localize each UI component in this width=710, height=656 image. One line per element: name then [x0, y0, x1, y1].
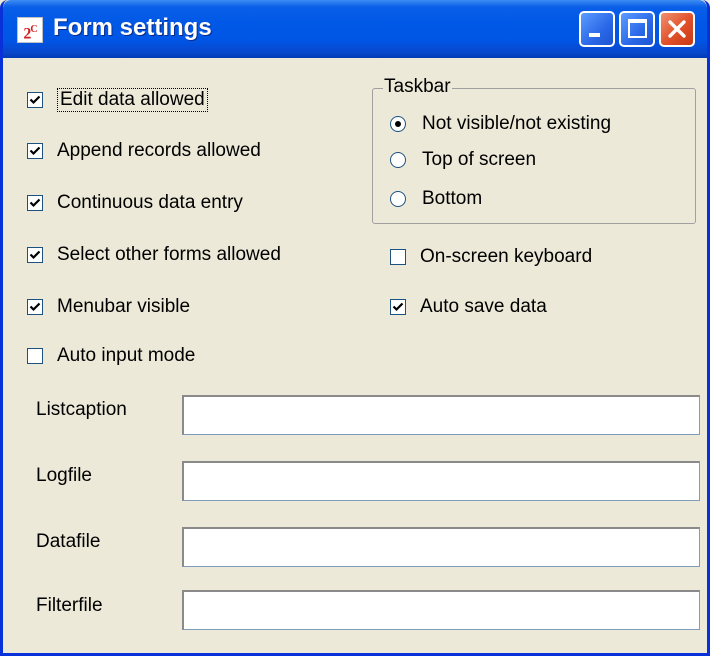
checkbox-label: On-screen keyboard [420, 246, 593, 267]
checkbox-menubar-visible[interactable]: Menubar visible [27, 296, 190, 318]
listcaption-label: Listcaption [36, 399, 127, 420]
close-button[interactable] [659, 11, 695, 47]
window-title: Form settings [53, 14, 212, 41]
checkbox-box[interactable] [27, 348, 43, 364]
checkbox-box[interactable] [390, 249, 406, 265]
checkbox-box[interactable] [27, 195, 43, 211]
checkbox-edit-data-allowed[interactable]: Edit data allowed [27, 88, 208, 112]
checkbox-auto-input-mode[interactable]: Auto input mode [27, 345, 195, 367]
radio-not-visible[interactable]: Not visible/not existing [390, 113, 611, 135]
radio-button[interactable] [390, 191, 406, 207]
checkbox-box[interactable] [390, 299, 406, 315]
checkmark-icon [29, 250, 41, 260]
radio-bottom[interactable]: Bottom [390, 188, 482, 210]
checkbox-continuous-data-entry[interactable]: Continuous data entry [27, 192, 243, 214]
radio-button[interactable] [390, 152, 406, 168]
form-settings-window: 2C Form settings Edit data allowed Appen… [0, 0, 710, 656]
checkbox-label: Append records allowed [57, 140, 261, 161]
checkmark-icon [29, 302, 41, 312]
maximize-button[interactable] [619, 11, 655, 47]
radio-label: Not visible/not existing [422, 113, 612, 134]
datafile-input[interactable] [182, 527, 700, 567]
checkbox-box[interactable] [27, 247, 43, 263]
maximize-icon [628, 19, 647, 38]
radio-top-of-screen[interactable]: Top of screen [390, 149, 536, 171]
checkbox-label: Continuous data entry [57, 192, 243, 213]
checkbox-box[interactable] [27, 143, 43, 159]
checkbox-on-screen-keyboard[interactable]: On-screen keyboard [390, 246, 592, 268]
logfile-input[interactable] [182, 461, 700, 501]
checkbox-append-records-allowed[interactable]: Append records allowed [27, 140, 261, 162]
checkbox-label: Auto save data [420, 296, 547, 317]
minimize-icon [589, 33, 600, 37]
logfile-label: Logfile [36, 465, 92, 486]
checkbox-box[interactable] [27, 299, 43, 315]
filterfile-input[interactable] [182, 590, 700, 630]
taskbar-group-label: Taskbar [383, 76, 452, 98]
title-bar[interactable]: 2C Form settings [3, 0, 707, 58]
close-icon [668, 20, 686, 38]
checkbox-label: Auto input mode [57, 345, 196, 366]
minimize-button[interactable] [579, 11, 615, 47]
radio-button[interactable] [390, 116, 406, 132]
app-icon: 2C [17, 17, 43, 43]
checkbox-auto-save-data[interactable]: Auto save data [390, 296, 547, 318]
radio-label: Top of screen [422, 149, 537, 170]
listcaption-input[interactable] [182, 395, 700, 435]
checkmark-icon [29, 95, 41, 105]
checkmark-icon [392, 302, 404, 312]
checkmark-icon [29, 146, 41, 156]
filterfile-label: Filterfile [36, 595, 103, 616]
checkbox-box[interactable] [27, 92, 43, 108]
datafile-label: Datafile [36, 531, 101, 552]
checkmark-icon [29, 198, 41, 208]
radio-label: Bottom [422, 188, 483, 209]
checkbox-select-other-forms-allowed[interactable]: Select other forms allowed [27, 244, 281, 266]
checkbox-label: Edit data allowed [57, 88, 208, 112]
checkbox-label: Menubar visible [57, 296, 191, 317]
checkbox-label: Select other forms allowed [57, 244, 281, 265]
